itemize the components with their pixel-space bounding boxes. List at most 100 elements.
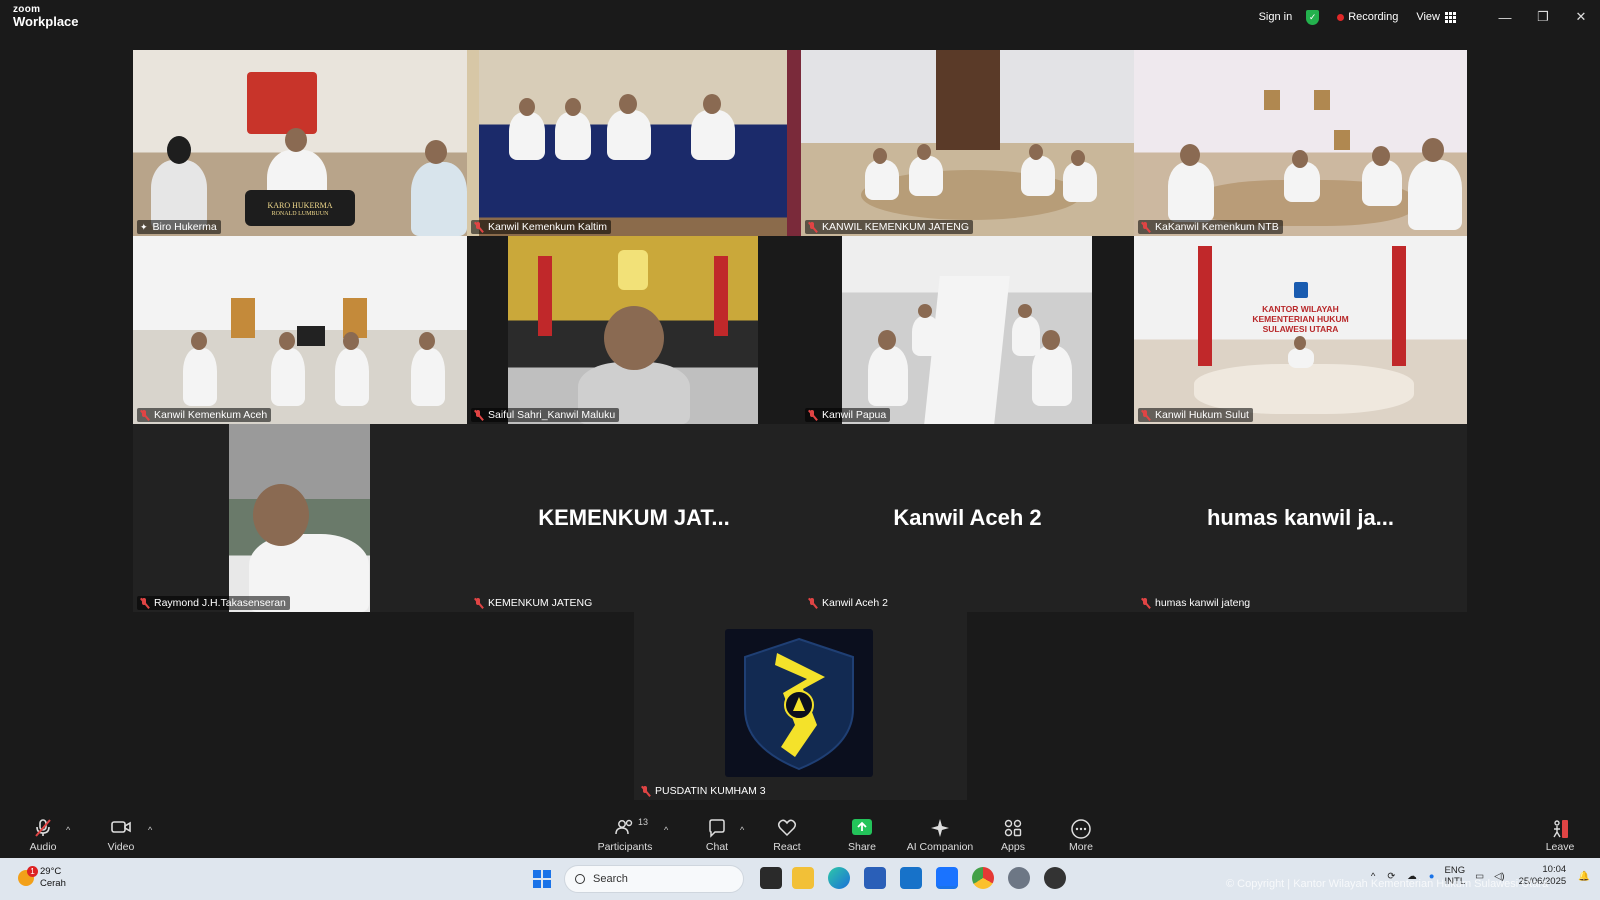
participant-tile-maluku[interactable]: Saiful Sahri_Kanwil Maluku [467, 236, 801, 424]
wooden-wall-panel [936, 50, 1000, 150]
zoom-workplace-logo: zoom Workplace [13, 5, 79, 29]
participant-tile-jateng[interactable]: KANWIL KEMENKUM JATENG [801, 50, 1134, 236]
wall-sign-line-2: KEMENTERIAN HUKUM [1252, 314, 1349, 325]
task-view-icon[interactable] [760, 867, 782, 889]
mic-muted-icon [1141, 221, 1150, 233]
mic-muted-icon [35, 819, 51, 837]
windows-start-icon[interactable] [533, 870, 551, 888]
mic-muted-icon [140, 597, 149, 609]
encryption-shield-icon[interactable]: ✓ [1306, 9, 1320, 25]
lang-line-1: ENG [1444, 864, 1466, 876]
video-options-caret[interactable]: ^ [148, 825, 152, 835]
participant-name: KaKanwil Kemenkum NTB [1155, 221, 1279, 233]
meeting-toolbar: Audio ^ Video ^ Participants 13 ^ Chat ^… [0, 812, 1600, 858]
weather-widget[interactable]: 1 29°C Cerah [18, 865, 66, 890]
participants-label: Participants [597, 841, 653, 853]
title-bar: zoom Workplace Sign in ✓ Recording View … [0, 0, 1600, 36]
share-screen-icon [852, 819, 872, 835]
participant-name-tag: KANWIL KEMENKUM JATENG [805, 220, 974, 234]
participant-name-tag: Kanwil Kemenkum Kaltim [471, 220, 612, 234]
participant-tile-humas-kanwil-jateng[interactable]: humas kanwil ja... humas kanwil jateng [1134, 424, 1467, 612]
participant-tile-pusdatin[interactable]: PUSDATIN KUMHAM 3 [634, 612, 967, 800]
name-plate-line-2: RONALD LUMBUUN [271, 210, 329, 217]
participant-video: KARO HUKERMA RONALD LUMBUUN [133, 50, 467, 236]
store-icon[interactable] [864, 867, 886, 889]
participant-display-name: KEMENKUM JAT... [538, 505, 730, 530]
participant-video [467, 50, 801, 236]
mic-muted-icon [474, 221, 483, 233]
edge-browser-icon[interactable] [828, 867, 850, 889]
logo-brand-bottom: Workplace [13, 14, 79, 29]
participant-tile-sulut[interactable]: KANTOR WILAYAH KEMENTERIAN HUKUM SULAWES… [1134, 236, 1467, 424]
chat-icon [709, 819, 725, 838]
sign-in-link[interactable]: Sign in [1259, 11, 1293, 23]
participant-name: Kanwil Hukum Sulut [1155, 409, 1249, 421]
pusdatin-logo-icon [725, 629, 873, 777]
participant-video [1134, 50, 1467, 236]
settings-gear-icon[interactable] [1008, 867, 1030, 889]
participant-tile-ntb[interactable]: KaKanwil Kemenkum NTB [1134, 50, 1467, 236]
mic-muted-icon [1141, 597, 1150, 609]
apps-label: Apps [1001, 841, 1025, 853]
taskbar-search-box[interactable]: Search [564, 865, 744, 893]
chrome-icon[interactable] [972, 867, 994, 889]
zoom-app-icon[interactable] [936, 867, 958, 889]
participant-tile-aceh[interactable]: Kanwil Kemenkum Aceh [133, 236, 467, 424]
name-plate-line-1: KARO HUKERMA [267, 201, 333, 210]
mic-muted-icon [808, 221, 817, 233]
participant-tile-raymond[interactable]: Raymond J.H.Takasenseran [133, 424, 467, 612]
participant-video [229, 424, 370, 612]
view-button[interactable]: View [1416, 11, 1456, 23]
react-label: React [773, 841, 801, 853]
react-button[interactable]: React [770, 812, 804, 858]
audio-options-caret[interactable]: ^ [66, 825, 70, 835]
participant-name-tag: KaKanwil Kemenkum NTB [1138, 220, 1283, 234]
participant-tile-papua[interactable]: Kanwil Papua [801, 236, 1134, 424]
participant-name-tag: Kanwil Kemenkum Aceh [137, 408, 272, 422]
heart-icon [777, 819, 797, 837]
audio-button[interactable]: Audio [26, 812, 60, 858]
participant-video [842, 236, 1092, 424]
participant-name-tag: Saiful Sahri_Kanwil Maluku [471, 408, 620, 422]
participant-tile-biro-hukerma[interactable]: KARO HUKERMA RONALD LUMBUUN ✦ Biro Hukerm… [133, 50, 467, 236]
chat-options-caret[interactable]: ^ [740, 825, 744, 835]
grid-view-icon [1445, 11, 1456, 23]
minimize-button[interactable]: — [1486, 10, 1524, 25]
wall-sign-line-1: KANTOR WILAYAH [1262, 304, 1339, 314]
restore-button[interactable]: ❐ [1524, 9, 1562, 25]
participant-name: Kanwil Aceh 2 [822, 597, 888, 609]
leave-button[interactable]: Leave [1542, 812, 1578, 858]
share-button[interactable]: Share [844, 812, 880, 858]
chat-button[interactable]: Chat [700, 812, 734, 858]
participant-video [801, 50, 1134, 236]
share-label: Share [847, 841, 877, 853]
more-button[interactable]: More [1064, 812, 1098, 858]
weather-desc: Cerah [40, 877, 66, 889]
close-window-button[interactable]: ✕ [1562, 9, 1600, 25]
media-app-icon[interactable] [1044, 867, 1066, 889]
recording-indicator[interactable]: Recording [1337, 11, 1398, 23]
outlook-icon[interactable] [900, 867, 922, 889]
emblem-icon [618, 250, 648, 290]
participant-name: KANWIL KEMENKUM JATENG [822, 221, 970, 233]
ai-companion-button[interactable]: AI Companion [904, 812, 976, 858]
participant-tile-kemenkum-jateng[interactable]: KEMENKUM JAT... KEMENKUM JATENG [467, 424, 801, 612]
participant-tile-kanwil-aceh-2[interactable]: Kanwil Aceh 2 Kanwil Aceh 2 [801, 424, 1134, 612]
participant-name-tag: PUSDATIN KUMHAM 3 [638, 784, 770, 798]
participant-name: PUSDATIN KUMHAM 3 [655, 785, 766, 797]
participant-name: Kanwil Kemenkum Kaltim [488, 221, 608, 233]
chat-label: Chat [705, 841, 729, 853]
recording-label: Recording [1348, 11, 1399, 23]
participant-tile-kaltim[interactable]: Kanwil Kemenkum Kaltim [467, 50, 801, 236]
leave-icon [1553, 820, 1568, 838]
wall-sign: KANTOR WILAYAH KEMENTERIAN HUKUM SULAWES… [1134, 304, 1467, 335]
participants-options-caret[interactable]: ^ [664, 825, 668, 835]
file-explorer-icon[interactable] [792, 867, 814, 889]
participant-display-name: Kanwil Aceh 2 [893, 505, 1042, 530]
participant-video [133, 236, 467, 424]
video-button[interactable]: Video [104, 812, 138, 858]
weather-temp: 29°C [40, 866, 62, 877]
notification-bell-icon[interactable]: 🔔 [1578, 871, 1590, 882]
sun-icon: 1 [18, 865, 38, 886]
apps-button[interactable]: Apps [996, 812, 1030, 858]
